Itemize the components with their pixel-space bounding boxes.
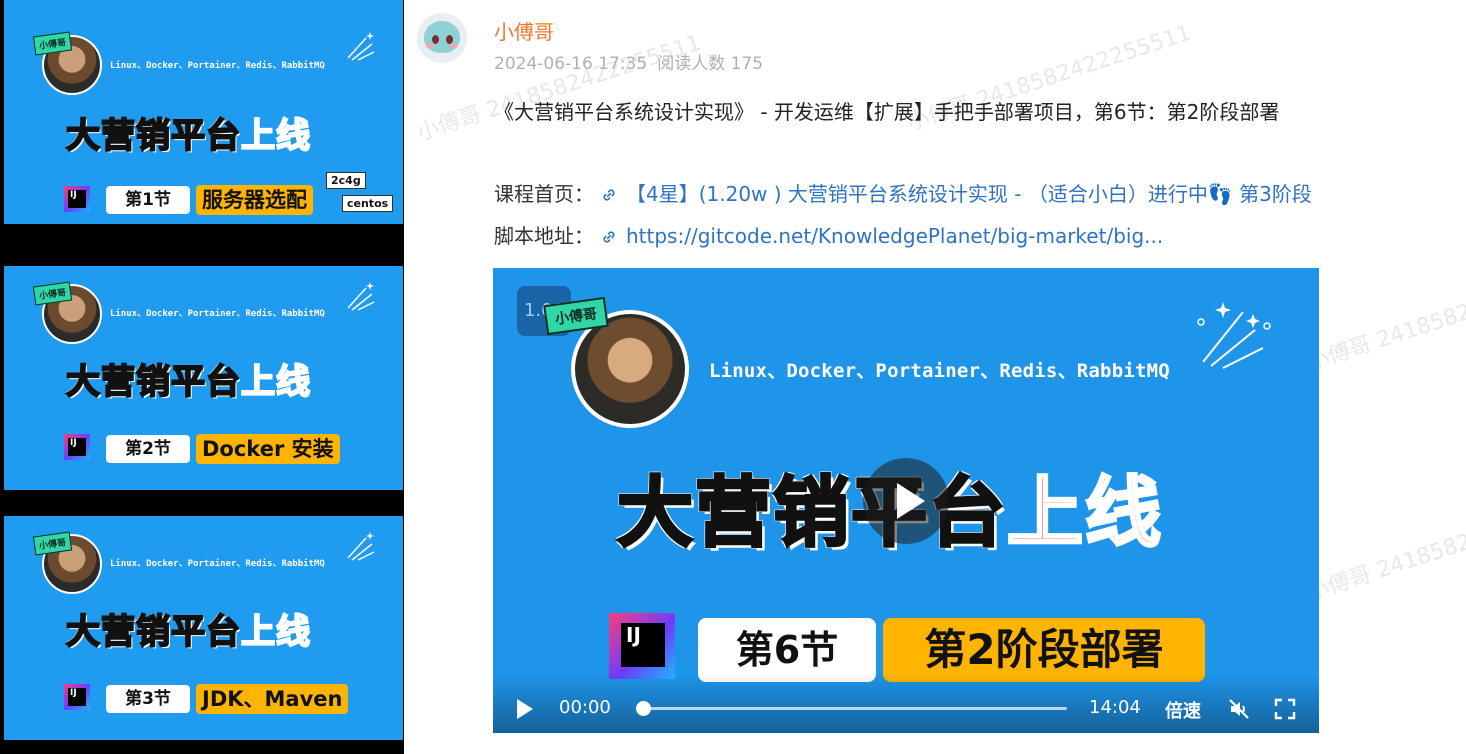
course-row: 课程首页： 【4星】(1.20w ) 大营销平台系统设计实现 - （适合小白）进行… [494,178,1312,207]
lesson-label: 第1节 [106,186,190,214]
sparkle-icon [347,282,375,311]
intellij-logo: IJ [64,434,90,460]
thumbnail-subtitle: Linux、Docker、Portainer、Redis、RabbitMQ [110,559,325,569]
watermark: 小傅哥 2418582422255511 [1304,490,1466,607]
topic-label: JDK、Maven [196,684,349,714]
link-icon [603,189,615,201]
intellij-logo: IJ [64,684,90,710]
duration: 14:04 [1089,697,1141,718]
thumbnail-title: 大营销平台上线 [65,115,311,157]
script-row: 脚本地址： https://gitcode.net/KnowledgePlanet… [494,220,1163,249]
progress-handle[interactable] [636,701,651,716]
sparkle-icon [347,32,375,61]
video-subtitle: Linux、Docker、Portainer、Redis、RabbitMQ [709,360,1170,382]
course-label: 课程首页： [494,182,594,206]
intellij-logo: IJ [64,186,90,212]
link-icon [603,231,615,243]
lesson-label: 第2节 [106,435,190,463]
topic-label: 服务器选配 [196,185,313,215]
sparkle-icon [347,532,375,561]
watermark: 小傅哥 2418582422255511 [1304,260,1466,377]
player-controls: 00:00 14:04 倍速 [493,673,1319,733]
script-link[interactable]: https://gitcode.net/KnowledgePlanet/big-… [626,224,1163,248]
sparkle-icon [1197,302,1271,369]
read-count: 阅读人数 175 [657,54,764,74]
video-thumbnail-list: 小傅哥 Linux、Docker、Portainer、Redis、RabbitM… [0,0,404,754]
current-time: 00:00 [559,697,611,718]
thumbnail-subtitle: Linux、Docker、Portainer、Redis、RabbitMQ [110,61,325,71]
spec-badge: 2c4g [326,172,366,189]
speaker-muted-icon[interactable] [1227,697,1251,721]
topic-label: Docker 安装 [196,434,340,464]
script-label: 脚本地址： [494,224,594,248]
thumbnail-subtitle: Linux、Docker、Portainer、Redis、RabbitMQ [110,309,325,319]
post-meta: 2024-06-16 17:35 阅读人数 175 [494,49,763,74]
progress-bar[interactable] [641,707,1067,710]
playback-rate-button[interactable]: 倍速 [1165,697,1201,723]
lesson-label: 第3节 [106,685,190,713]
big-play-button[interactable] [863,458,949,544]
os-badge: centos [342,195,394,212]
post-date: 2024-06-16 17:35 [494,54,648,74]
video-thumbnail-2[interactable]: 小傅哥 Linux、Docker、Portainer、Redis、RabbitM… [4,266,403,490]
video-player[interactable]: 1.00 小傅哥 Linux、Docker、Portainer、Redis、Ra… [493,268,1319,733]
thumbnail-title: 大营销平台上线 [65,361,311,403]
video-thumbnail-3[interactable]: 小傅哥 Linux、Docker、Portainer、Redis、RabbitM… [4,516,403,740]
author-avatar[interactable] [417,13,467,63]
thumbnail-title: 大营销平台上线 [65,611,311,653]
play-icon[interactable] [517,699,533,719]
course-link[interactable]: 【4星】(1.20w ) 大营销平台系统设计实现 - （适合小白）进行中👣 第3… [626,182,1312,206]
post-intro: 《大营销平台系统设计实现》 - 开发运维【扩展】手把手部署项目，第6节：第2阶段… [494,100,1280,124]
author-name[interactable]: 小傅哥 [494,16,554,45]
video-thumbnail-1[interactable]: 小傅哥 Linux、Docker、Portainer、Redis、RabbitM… [4,0,403,224]
intellij-logo: IJ [609,613,675,679]
fullscreen-icon[interactable] [1273,697,1297,721]
